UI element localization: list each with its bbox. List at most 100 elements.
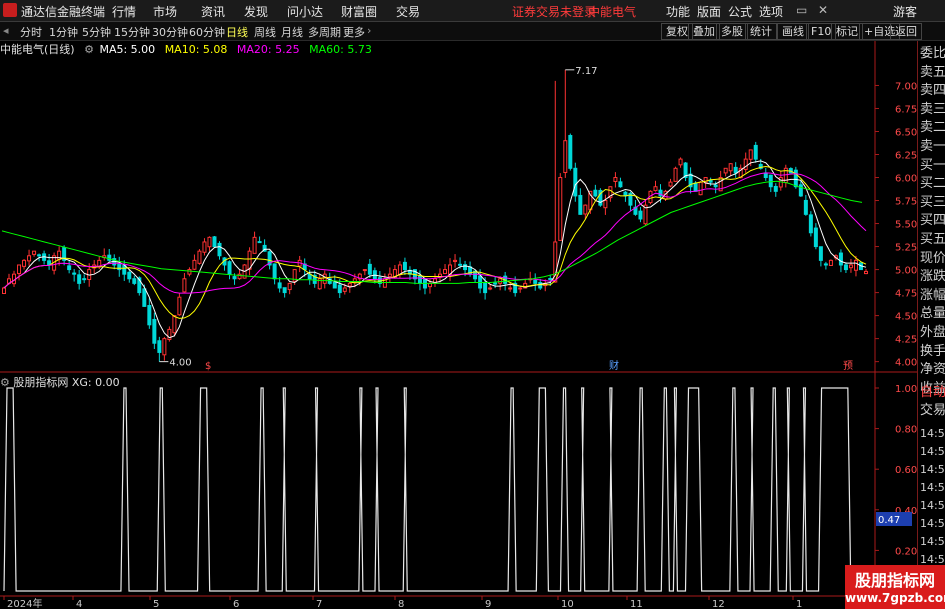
candle-body — [277, 282, 282, 289]
date-label: 4 — [76, 599, 82, 609]
candle-body — [337, 284, 342, 294]
tick-time: 14:5 — [920, 445, 945, 458]
quote-row-label[interactable]: 卖一 — [920, 138, 945, 156]
price-tick-label: 5.25 — [895, 243, 917, 254]
date-label: 1 — [796, 599, 802, 609]
candle-body — [843, 264, 848, 271]
trade-tab[interactable]: 交易 — [920, 402, 945, 420]
candle-body — [698, 181, 703, 196]
candle-body — [367, 263, 372, 275]
candle-body — [518, 287, 523, 290]
candle-body — [152, 318, 157, 344]
indicator-tick-label: 0.20 — [895, 546, 917, 557]
price-tick-label: 4.25 — [895, 335, 917, 346]
price-tick-label: 5.00 — [895, 266, 917, 277]
candle-body — [563, 140, 568, 174]
candle-body — [332, 281, 337, 289]
auto-tab[interactable]: 自动 — [920, 384, 945, 402]
candle-body — [493, 282, 498, 285]
price-tick-label: 7.00 — [895, 81, 917, 92]
tick-time: 14:5 — [920, 535, 945, 548]
quote-row-label[interactable]: 买一 — [920, 157, 945, 175]
tick-time: 14:5 — [920, 517, 945, 530]
candle-body — [848, 264, 853, 269]
candle-body — [197, 250, 202, 264]
indicator-value: XG: 0.00 — [71, 376, 120, 389]
annotation-label: 4.00 — [169, 358, 191, 369]
quote-side-panel: 委比 卖五 卖四 卖三 卖二 卖一 买一 买二 买三 买四 买五 现价 涨跌 涨幅 总量 外盘 换手 净资 收益 自动… — [917, 41, 945, 609]
settings-icon[interactable]: ⚙ — [0, 376, 10, 389]
candle-body — [613, 177, 618, 182]
quote-row-label[interactable]: 总量 — [920, 305, 945, 323]
quote-row-label[interactable]: 卖二 — [920, 119, 945, 137]
quote-row-label[interactable]: 买五 — [920, 231, 945, 249]
candle-body — [252, 236, 257, 254]
candle-body — [823, 263, 828, 266]
kline-chart[interactable]: 7.00 6.75 6.50 6.25 6.00 5.75 5.50 5.25 5.00 4.75… — [0, 0, 917, 609]
quote-row-label[interactable]: 外盘 — [920, 324, 945, 342]
candle-body — [147, 305, 152, 326]
candle-body — [838, 252, 843, 266]
candle-body — [753, 144, 758, 160]
candle-body — [863, 270, 868, 275]
candle-body — [748, 149, 753, 160]
price-tick-label: 6.75 — [895, 104, 917, 115]
quote-row-label[interactable]: 卖四 — [920, 82, 945, 100]
candle-body — [618, 181, 623, 188]
price-tick-label: 6.00 — [895, 174, 917, 185]
candle-body — [458, 263, 463, 266]
quote-row-label[interactable]: 涨幅 — [920, 287, 945, 305]
quote-row-label[interactable]: 买二 — [920, 175, 945, 193]
watermark-line1: 股朋指标网 — [854, 571, 935, 590]
candle-body — [568, 135, 573, 169]
date-label: 11 — [630, 599, 643, 609]
price-tick-label: 4.50 — [895, 312, 917, 323]
candle-body — [733, 166, 738, 174]
quote-row-label[interactable]: 涨跌 — [920, 268, 945, 286]
candle-body — [828, 259, 833, 266]
tick-time: 14:5 — [920, 499, 945, 512]
current-value-label: 0.47 — [878, 515, 900, 526]
candle-body — [107, 254, 112, 261]
quote-row-label[interactable]: 委比 — [920, 45, 945, 63]
quote-row-label[interactable]: 买四 — [920, 212, 945, 230]
candle-body — [402, 261, 407, 271]
xg-signal-line — [3, 387, 871, 592]
candle-body — [653, 186, 658, 192]
quote-row-label[interactable]: 换手 — [920, 343, 945, 361]
candle-body — [478, 275, 483, 289]
indicator-tick-label: 0.80 — [895, 425, 917, 436]
candle-body — [347, 282, 352, 287]
candle-body — [27, 255, 32, 262]
candle-body — [177, 296, 182, 316]
candle-body — [227, 261, 232, 275]
candle-body — [463, 264, 468, 271]
candle-body — [818, 246, 823, 261]
candle-body — [693, 182, 698, 192]
candle-body — [157, 340, 162, 353]
price-tick-label: 6.25 — [895, 151, 917, 162]
candle-body — [232, 276, 237, 280]
candle-body — [443, 269, 448, 275]
quote-row-label[interactable]: 净资 — [920, 361, 945, 379]
date-label: 2024年 — [7, 597, 42, 609]
quote-row-label[interactable]: 现价 — [920, 250, 945, 268]
quote-row-label[interactable]: 卖三 — [920, 101, 945, 119]
tick-time: 14:5 — [920, 481, 945, 494]
candle-body — [678, 158, 683, 166]
quote-row-label[interactable]: 卖五 — [920, 64, 945, 82]
candle-body — [798, 184, 803, 197]
candle-body — [668, 181, 673, 187]
candle-body — [793, 169, 798, 188]
quote-row-label[interactable]: 买三 — [920, 194, 945, 212]
candle-body — [142, 288, 147, 307]
candle-body — [32, 250, 37, 255]
candle-body — [127, 271, 132, 280]
candle-body — [603, 200, 608, 209]
candle-body — [187, 269, 192, 275]
candle-body — [132, 278, 137, 284]
candle-body — [387, 273, 392, 278]
candle-body — [257, 241, 262, 244]
candle-body — [453, 259, 458, 262]
candle-body — [217, 242, 222, 257]
